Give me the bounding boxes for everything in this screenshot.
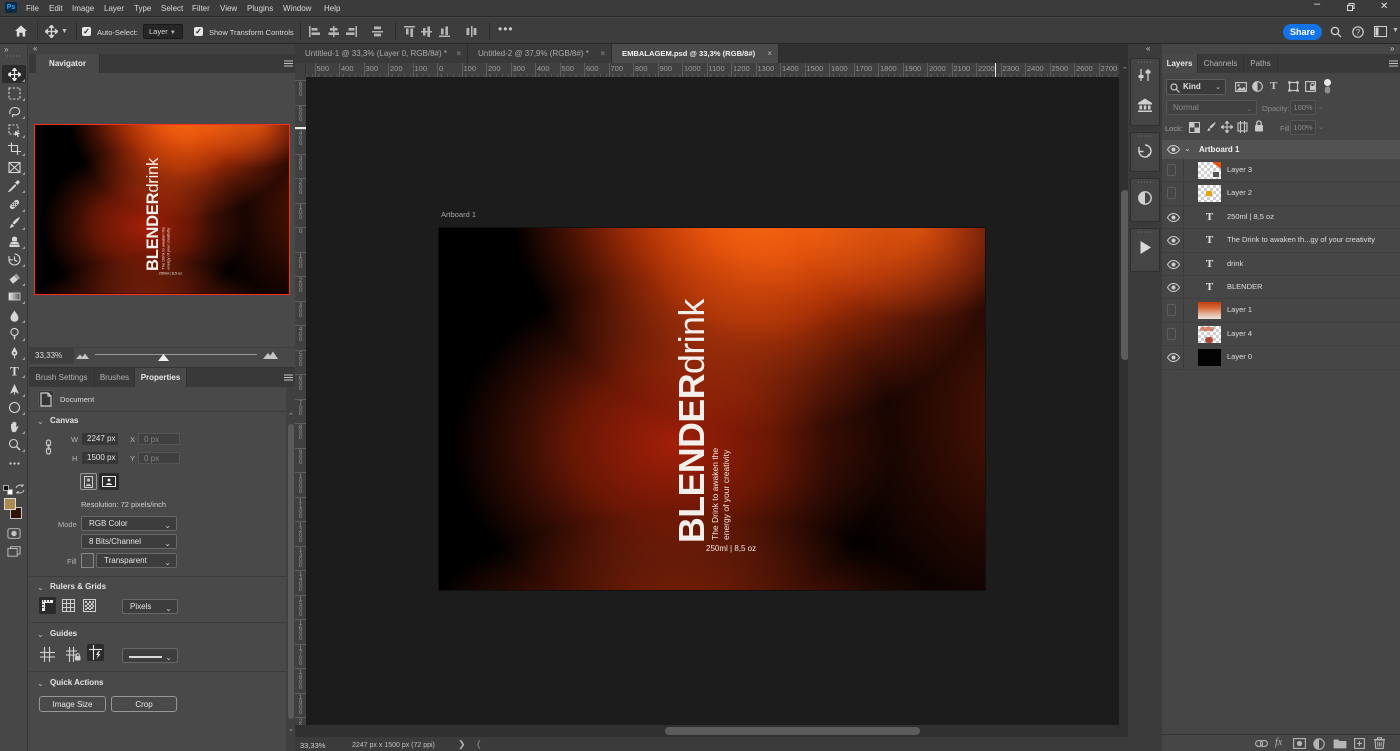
svg-text:T: T: [10, 364, 19, 377]
svg-text:?: ?: [1356, 28, 1361, 37]
